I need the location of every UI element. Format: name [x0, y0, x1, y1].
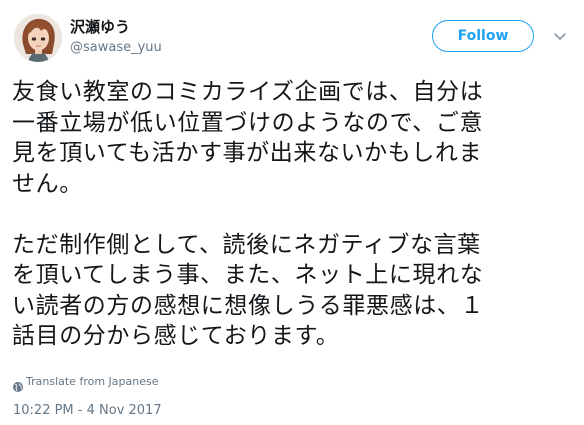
tweet-header: 沢瀬ゆう @sawase_yuu Follow — [14, 14, 570, 62]
chevron-down-icon[interactable] — [552, 28, 568, 44]
tweet-timestamp[interactable]: 10:22 PM - 4 Nov 2017 — [13, 403, 162, 419]
translate-link[interactable]: Translate from Japanese — [13, 374, 159, 392]
follow-button[interactable]: Follow — [432, 20, 534, 52]
globe-icon — [13, 377, 23, 392]
tweet-text: 友食い教室のコミカライズ企画では、自分は 一番立場が低い位置づけのようなので、ご… — [12, 79, 484, 349]
user-names: 沢瀬ゆう @sawase_yuu — [70, 16, 162, 57]
tweet-card: 沢瀬ゆう @sawase_yuu Follow 友食い教室のコミカライズ企画では… — [0, 0, 584, 425]
translate-label: Translate from Japanese — [26, 375, 159, 388]
display-name[interactable]: 沢瀬ゆう — [70, 16, 162, 38]
avatar[interactable] — [14, 14, 62, 62]
avatar-portrait-icon — [14, 14, 62, 62]
screen-name[interactable]: @sawase_yuu — [70, 39, 162, 57]
